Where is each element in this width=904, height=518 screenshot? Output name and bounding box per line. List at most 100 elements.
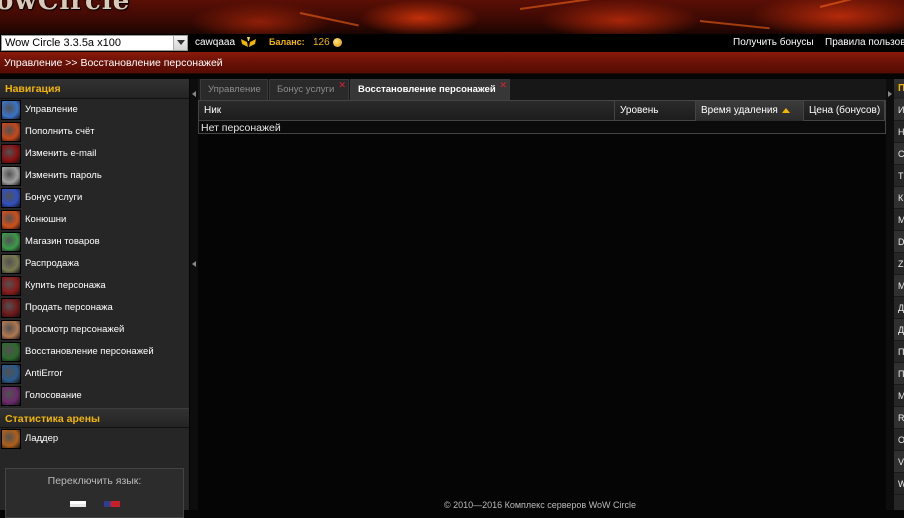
right-panel-item[interactable]: D	[894, 231, 904, 253]
get-bonus-link[interactable]: Получить бонусы	[733, 37, 814, 48]
banner-crack	[299, 12, 359, 27]
dwarf-portrait-icon	[1, 320, 21, 340]
sidebar-item[interactable]: Пополнить счёт	[0, 121, 189, 143]
sidebar-item[interactable]: Продать персонажа	[0, 297, 189, 319]
tab-label: Бонус услуги	[277, 84, 335, 95]
red-demon-icon	[1, 144, 21, 164]
sidebar-item-label: Бонус услуги	[25, 192, 83, 203]
characters-grid: Ник Уровень Время удаления Цена (бонусов) Н…	[198, 100, 886, 134]
right-panel-item[interactable]: И	[894, 99, 904, 121]
tab-strip: Управление Бонус услуги ✕ Восстановление пе…	[198, 79, 886, 100]
sidebar-item[interactable]: Управление	[0, 99, 189, 121]
right-panel-item[interactable]: Д	[894, 297, 904, 319]
collapse-left-icon[interactable]	[192, 91, 196, 97]
sidebar-item[interactable]: Восстановление персонажей	[0, 341, 189, 363]
sidebar-item-label: Магазин товаров	[25, 236, 100, 247]
right-panel-item[interactable]: М	[894, 209, 904, 231]
footer-copyright: © 2010—2016 Комплекс серверов WoW Circle	[443, 500, 637, 510]
sidebar-item[interactable]: Бонус услуги	[0, 187, 189, 209]
right-panel-item[interactable]: Z	[894, 253, 904, 275]
tab-2[interactable]: Восстановление персонажей ✕	[350, 79, 510, 100]
tab-1[interactable]: Бонус услуги ✕	[269, 79, 349, 100]
sidebar-item[interactable]: Голосование	[0, 385, 189, 407]
sidebar-item[interactable]: Просмотр персонажей	[0, 319, 189, 341]
nav-list: Управление Пополнить счёт Изменить e-mail И…	[0, 99, 189, 407]
right-panel-item[interactable]: П	[894, 341, 904, 363]
right-panel-item[interactable]: W	[894, 473, 904, 495]
right-panel-item[interactable]: Д	[894, 319, 904, 341]
sidebar-item-label: Распродажа	[25, 258, 80, 269]
left-collapse-handle[interactable]	[190, 79, 198, 510]
right-panel-item[interactable]: П	[894, 363, 904, 385]
right-panel: П ИНСТКМDZМДДППМRОVW	[894, 79, 904, 510]
banner-crack	[819, 0, 879, 8]
close-tab-icon[interactable]: ✕	[338, 81, 346, 90]
column-header-0[interactable]: Ник	[199, 101, 615, 121]
right-panel-item[interactable]: К	[894, 187, 904, 209]
breadcrumb: Управление >> Восстановление персонажей	[4, 57, 223, 69]
close-tab-icon[interactable]: ✕	[499, 81, 507, 90]
crimson-skull-icon	[1, 298, 21, 318]
coin-icon	[333, 38, 342, 47]
right-panel-item[interactable]: С	[894, 143, 904, 165]
column-header-3[interactable]: Цена (бонусов)	[804, 101, 885, 121]
flame-horse-icon	[1, 210, 21, 230]
site-logo[interactable]: owCircle	[0, 0, 130, 16]
shield-frost-icon	[1, 100, 21, 120]
fire-claw-icon	[1, 122, 21, 142]
right-panel-item[interactable]: V	[894, 451, 904, 473]
sidebar-item-label: Управление	[25, 104, 78, 115]
banner-crack	[519, 0, 600, 10]
sidebar-item[interactable]: Изменить e-mail	[0, 143, 189, 165]
arena-item-label: Ладдер	[25, 433, 59, 444]
language-switcher: Переключить язык:	[5, 468, 184, 518]
right-panel-item[interactable]: М	[894, 275, 904, 297]
sidebar-item[interactable]: AntiError	[0, 363, 189, 385]
site-banner: owCircle	[0, 0, 904, 34]
sort-asc-icon	[781, 107, 790, 113]
grey-face-icon	[1, 166, 21, 186]
red-rune-icon	[1, 276, 21, 296]
rules-link[interactable]: Правила пользов	[825, 37, 904, 48]
column-header-2[interactable]: Время удаления	[696, 101, 804, 121]
balance-value: 126	[313, 37, 330, 48]
tab-label: Управление	[208, 84, 261, 95]
blue-vortex-icon	[1, 364, 21, 384]
right-panel-item[interactable]: Т	[894, 165, 904, 187]
top-bar: Wow Circle 3.3.5a x100 cawqaaa Баланс: 1…	[0, 34, 904, 52]
collapse-right-icon[interactable]	[888, 91, 892, 97]
right-collapse-handle[interactable]	[886, 79, 894, 510]
green-dragon-icon	[1, 342, 21, 362]
green-orb-icon	[1, 232, 21, 252]
left-sidebar: Навигация Управление Пополнить счёт Измени…	[0, 79, 189, 518]
collapse-left-icon[interactable]	[192, 261, 196, 267]
sidebar-item-label: Голосование	[25, 390, 82, 401]
right-panel-item[interactable]: М	[894, 385, 904, 407]
grid-header: Ник Уровень Время удаления Цена (бонусов)	[199, 101, 885, 121]
arena-item[interactable]: Ладдер	[0, 428, 189, 450]
sidebar-item-label: Пополнить счёт	[25, 126, 95, 137]
sidebar-item[interactable]: Конюшни	[0, 209, 189, 231]
column-header-label: Ник	[204, 105, 222, 116]
arena-list: Ладдер	[0, 428, 189, 450]
sidebar-item[interactable]: Распродажа	[0, 253, 189, 275]
column-header-label: Цена (бонусов)	[809, 105, 881, 116]
username-link[interactable]: cawqaaa	[195, 37, 235, 48]
sidebar-item-label: Купить персонажа	[25, 280, 106, 291]
tab-0[interactable]: Управление	[200, 79, 268, 100]
sidebar-item[interactable]: Изменить пароль	[0, 165, 189, 187]
wings-icon	[241, 37, 256, 47]
sidebar-item-label: Изменить пароль	[25, 170, 102, 181]
sidebar-item-label: Изменить e-mail	[25, 148, 97, 159]
sidebar-item[interactable]: Магазин товаров	[0, 231, 189, 253]
right-panel-item[interactable]: О	[894, 429, 904, 451]
tab-label: Восстановление персонажей	[358, 84, 496, 95]
server-select[interactable]: Wow Circle 3.3.5a x100	[1, 35, 188, 51]
right-panel-header: П	[894, 79, 904, 99]
chevron-down-icon[interactable]	[173, 36, 187, 50]
right-panel-item[interactable]: Н	[894, 121, 904, 143]
right-panel-item[interactable]: R	[894, 407, 904, 429]
column-header-1[interactable]: Уровень	[615, 101, 696, 121]
column-header-label: Время удаления	[701, 105, 778, 116]
sidebar-item[interactable]: Купить персонажа	[0, 275, 189, 297]
